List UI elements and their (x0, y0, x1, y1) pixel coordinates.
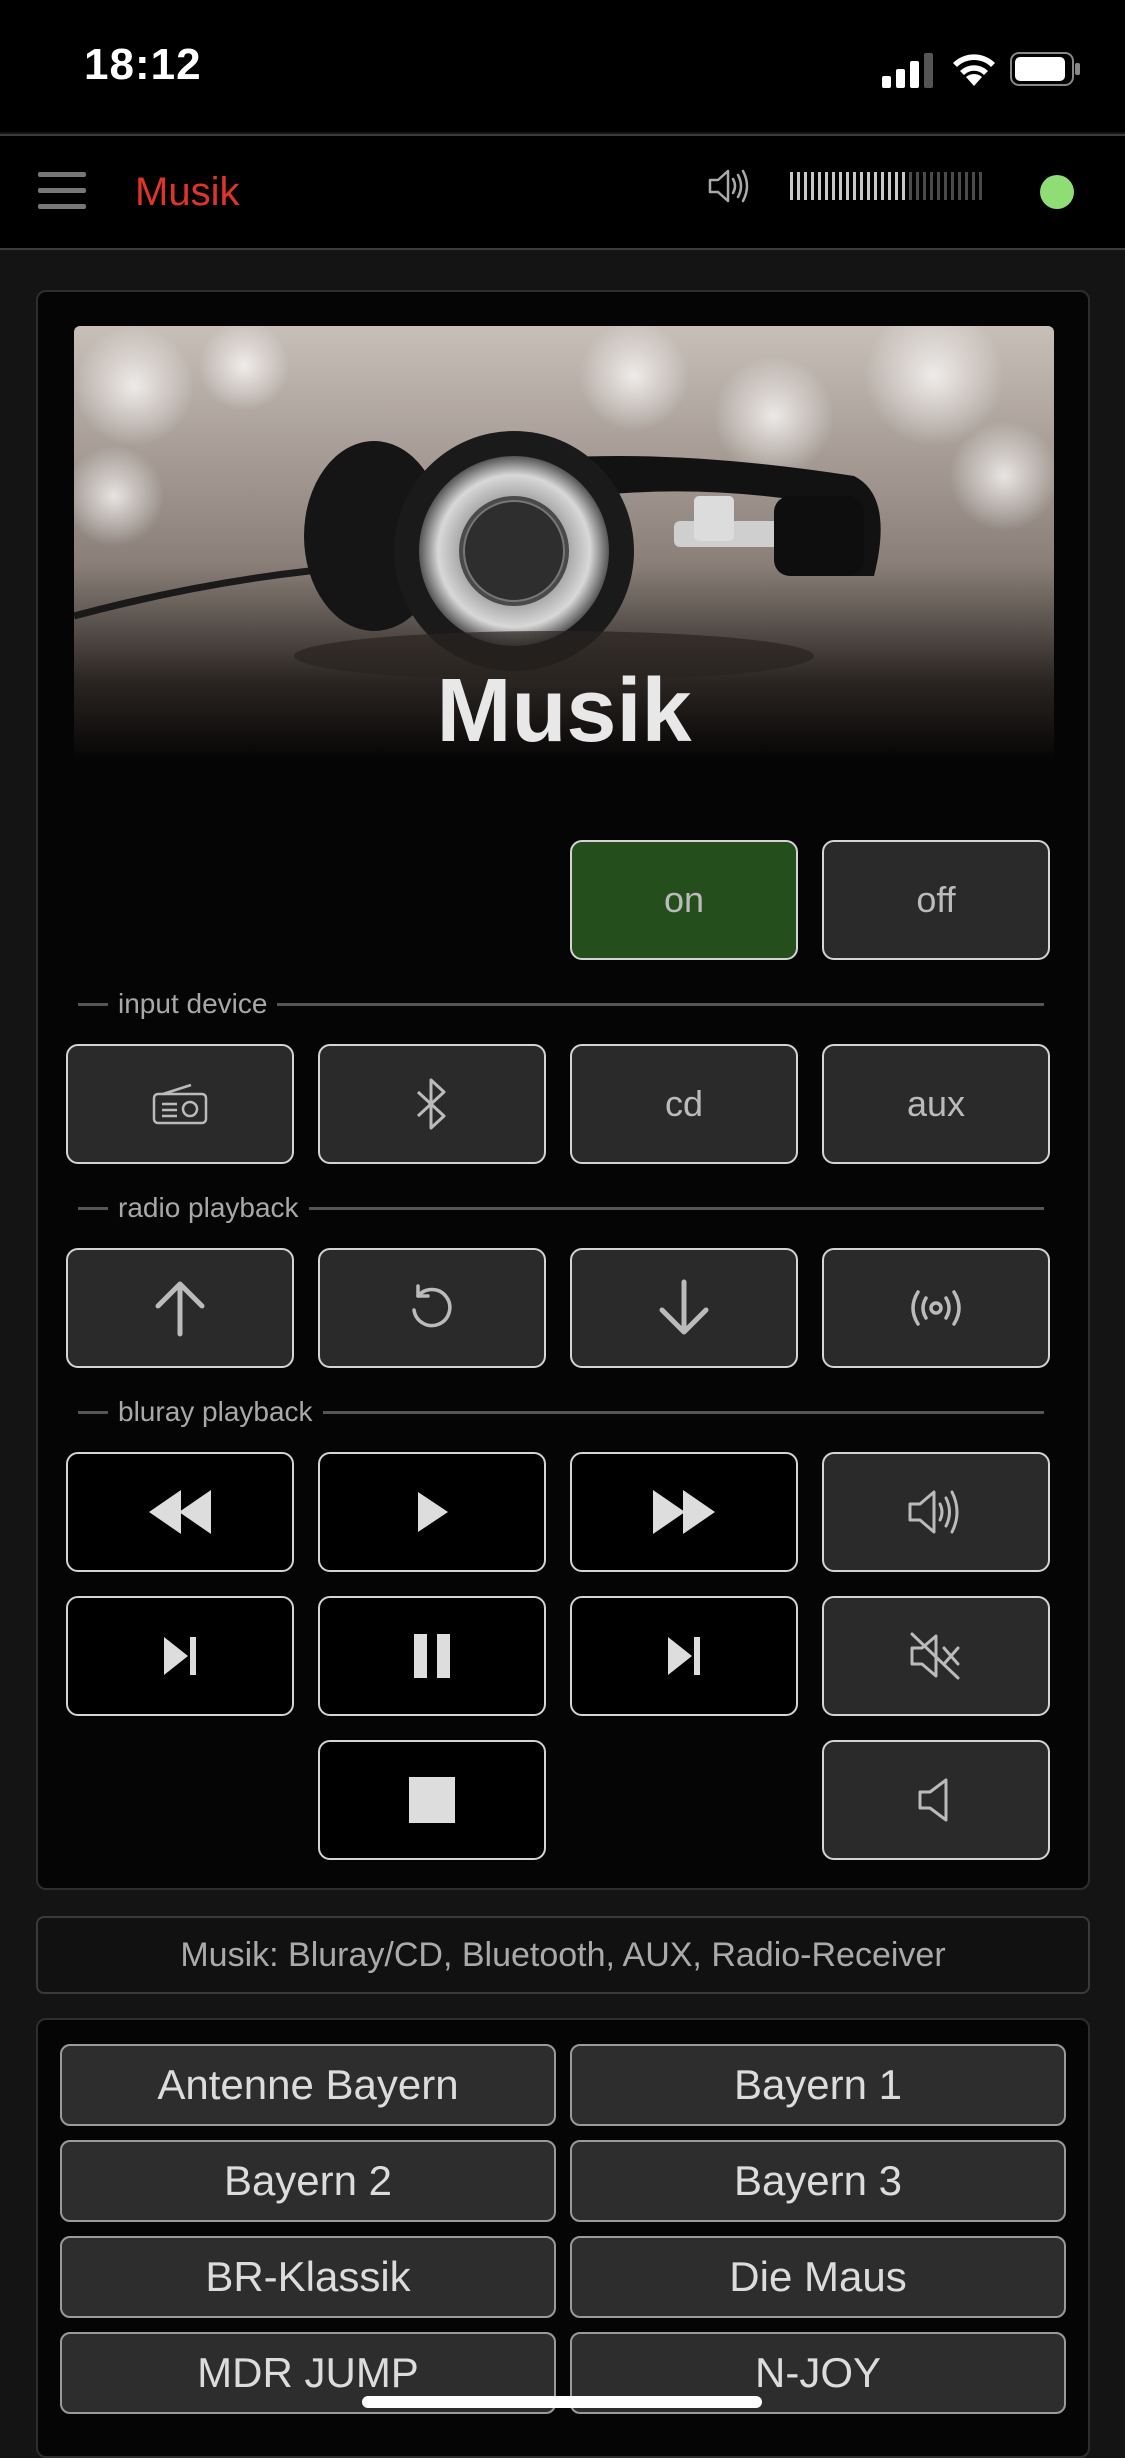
volume-tick (825, 172, 828, 200)
station-button-bayern-1[interactable]: Bayern 1 (570, 2044, 1066, 2126)
volume-tick (881, 172, 884, 200)
power-on-button[interactable]: on (570, 840, 798, 960)
station-up-button[interactable] (66, 1248, 294, 1368)
radio-icon (151, 1082, 209, 1126)
rewind-icon (147, 1486, 213, 1538)
speaker-icon (706, 164, 750, 208)
volume-meter[interactable] (790, 172, 988, 202)
section-label: radio playback (118, 1192, 299, 1223)
play-icon (414, 1490, 450, 1534)
volume-down-button[interactable] (822, 1740, 1050, 1860)
skip-next-button-2[interactable] (570, 1596, 798, 1716)
volume-tick (972, 172, 975, 200)
broadcast-button[interactable] (822, 1248, 1050, 1368)
station-down-button[interactable] (570, 1248, 798, 1368)
volume-tick (818, 172, 821, 200)
station-button-bayern-3[interactable]: Bayern 3 (570, 2140, 1066, 2222)
refresh-button[interactable] (318, 1248, 546, 1368)
volume-tick (874, 172, 877, 200)
volume-tick (895, 172, 898, 200)
station-button-antenne-bayern[interactable]: Antenne Bayern (60, 2044, 556, 2126)
volume-tick (832, 172, 835, 200)
pause-button[interactable] (318, 1596, 546, 1716)
rewind-button[interactable] (66, 1452, 294, 1572)
volume-up-button[interactable] (822, 1452, 1050, 1572)
volume-tick (902, 172, 905, 200)
skip-next-icon (160, 1633, 200, 1679)
volume-tick (944, 172, 947, 200)
hamburger-menu-icon[interactable] (38, 172, 86, 212)
station-button-die-maus[interactable]: Die Maus (570, 2236, 1066, 2318)
volume-tick (937, 172, 940, 200)
volume-tick (846, 172, 849, 200)
wifi-icon (950, 50, 998, 88)
volume-tick (839, 172, 842, 200)
section-label: bluray playback (118, 1396, 313, 1427)
volume-tick (790, 172, 793, 200)
bluetooth-input-button[interactable] (318, 1044, 546, 1164)
volume-tick (979, 172, 982, 200)
refresh-icon (406, 1282, 458, 1334)
power-off-button[interactable]: off (822, 840, 1050, 960)
volume-tick (888, 172, 891, 200)
volume-tick (797, 172, 800, 200)
home-indicator (362, 2396, 762, 2408)
pause-icon (412, 1632, 452, 1680)
volume-tick (860, 172, 863, 200)
volume-tick (853, 172, 856, 200)
info-text: Musik: Bluray/CD, Bluetooth, AUX, Radio-… (180, 1935, 946, 1974)
cd-input-button[interactable]: cd (570, 1044, 798, 1164)
volume-down-icon (916, 1774, 956, 1826)
arrow-up-icon (152, 1278, 208, 1338)
station-button-br-klassik[interactable]: BR-Klassik (60, 2236, 556, 2318)
battery-icon (1010, 52, 1082, 86)
signal-icon (880, 52, 936, 88)
mute-button[interactable] (822, 1596, 1050, 1716)
mute-icon (906, 1628, 966, 1684)
fast-forward-icon (651, 1486, 717, 1538)
section-input-device: input device (78, 988, 1044, 1020)
volume-tick (867, 172, 870, 200)
section-radio-playback: radio playback (78, 1192, 1044, 1224)
volume-tick (909, 172, 912, 200)
radio-input-button[interactable] (66, 1044, 294, 1164)
station-button-bayern-2[interactable]: Bayern 2 (60, 2140, 556, 2222)
volume-tick (965, 172, 968, 200)
volume-up-icon (906, 1486, 966, 1538)
volume-tick (923, 172, 926, 200)
hero-title: Musik (436, 661, 692, 761)
status-time: 18:12 (84, 40, 202, 89)
volume-tick (916, 172, 919, 200)
section-bluray-playback: bluray playback (78, 1396, 1044, 1428)
fast-forward-button[interactable] (570, 1452, 798, 1572)
play-button[interactable] (318, 1452, 546, 1572)
stop-icon (407, 1775, 457, 1825)
stop-button[interactable] (318, 1740, 546, 1860)
volume-tick (804, 172, 807, 200)
volume-tick (930, 172, 933, 200)
connection-status-dot (1040, 175, 1074, 209)
volume-tick (951, 172, 954, 200)
section-label: input device (118, 988, 268, 1019)
skip-next-icon (664, 1633, 704, 1679)
volume-tick (811, 172, 814, 200)
arrow-down-icon (656, 1278, 712, 1338)
aux-input-button[interactable]: aux (822, 1044, 1050, 1164)
page-title: Musik (135, 170, 240, 214)
bluetooth-icon (412, 1076, 452, 1132)
info-bar: Musik: Bluray/CD, Bluetooth, AUX, Radio-… (36, 1916, 1090, 1994)
skip-next-button[interactable] (66, 1596, 294, 1716)
volume-tick (958, 172, 961, 200)
broadcast-icon (908, 1288, 964, 1328)
